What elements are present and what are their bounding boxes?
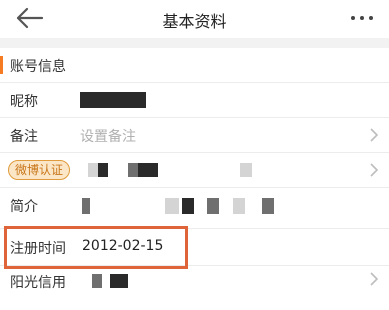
intro-redacted-6: [262, 198, 274, 214]
intro-redacted-5: [233, 198, 245, 214]
more-dots-icon[interactable]: [349, 10, 375, 26]
chevron-right-icon: [370, 128, 379, 142]
note-placeholder: 设置备注: [80, 129, 136, 145]
intro-redacted-1: [82, 198, 90, 214]
intro-redacted-2: [165, 198, 179, 214]
credit-redacted-1: [92, 274, 102, 288]
intro-label: 简介: [10, 199, 38, 215]
note-row[interactable]: 备注 设置备注: [0, 117, 389, 152]
verified-redacted-5: [240, 163, 252, 177]
sunshine-credit-row[interactable]: 阳光信用: [0, 265, 389, 310]
intro-row[interactable]: 简介: [0, 187, 389, 222]
section-title: 账号信息: [10, 59, 66, 75]
intro-redacted-3: [182, 198, 194, 214]
note-label: 备注: [10, 129, 38, 145]
chevron-right-icon: [370, 272, 379, 286]
credit-redacted-2: [110, 274, 128, 288]
nickname-row[interactable]: 昵称: [0, 82, 389, 117]
nickname-redacted: [80, 92, 146, 108]
account-info-section: 账号信息: [0, 48, 389, 82]
register-time-highlight-box: [4, 226, 188, 269]
verified-redacted-4: [138, 163, 158, 177]
section-gap: [0, 38, 389, 48]
weibo-verified-badge: 微博认证: [8, 160, 71, 180]
chevron-right-icon: [370, 163, 379, 177]
verified-redacted-2: [98, 163, 108, 177]
page-title: 基本资料: [162, 12, 227, 31]
sunshine-credit-label: 阳光信用: [10, 275, 66, 291]
nickname-label: 昵称: [10, 94, 38, 110]
weibo-verified-row[interactable]: 微博认证: [0, 152, 389, 187]
top-bar: 基本资料: [0, 0, 389, 38]
intro-redacted-4: [207, 198, 219, 214]
section-accent-bar: [0, 56, 3, 74]
verified-redacted-3: [128, 163, 138, 177]
verified-redacted-1: [88, 163, 98, 177]
